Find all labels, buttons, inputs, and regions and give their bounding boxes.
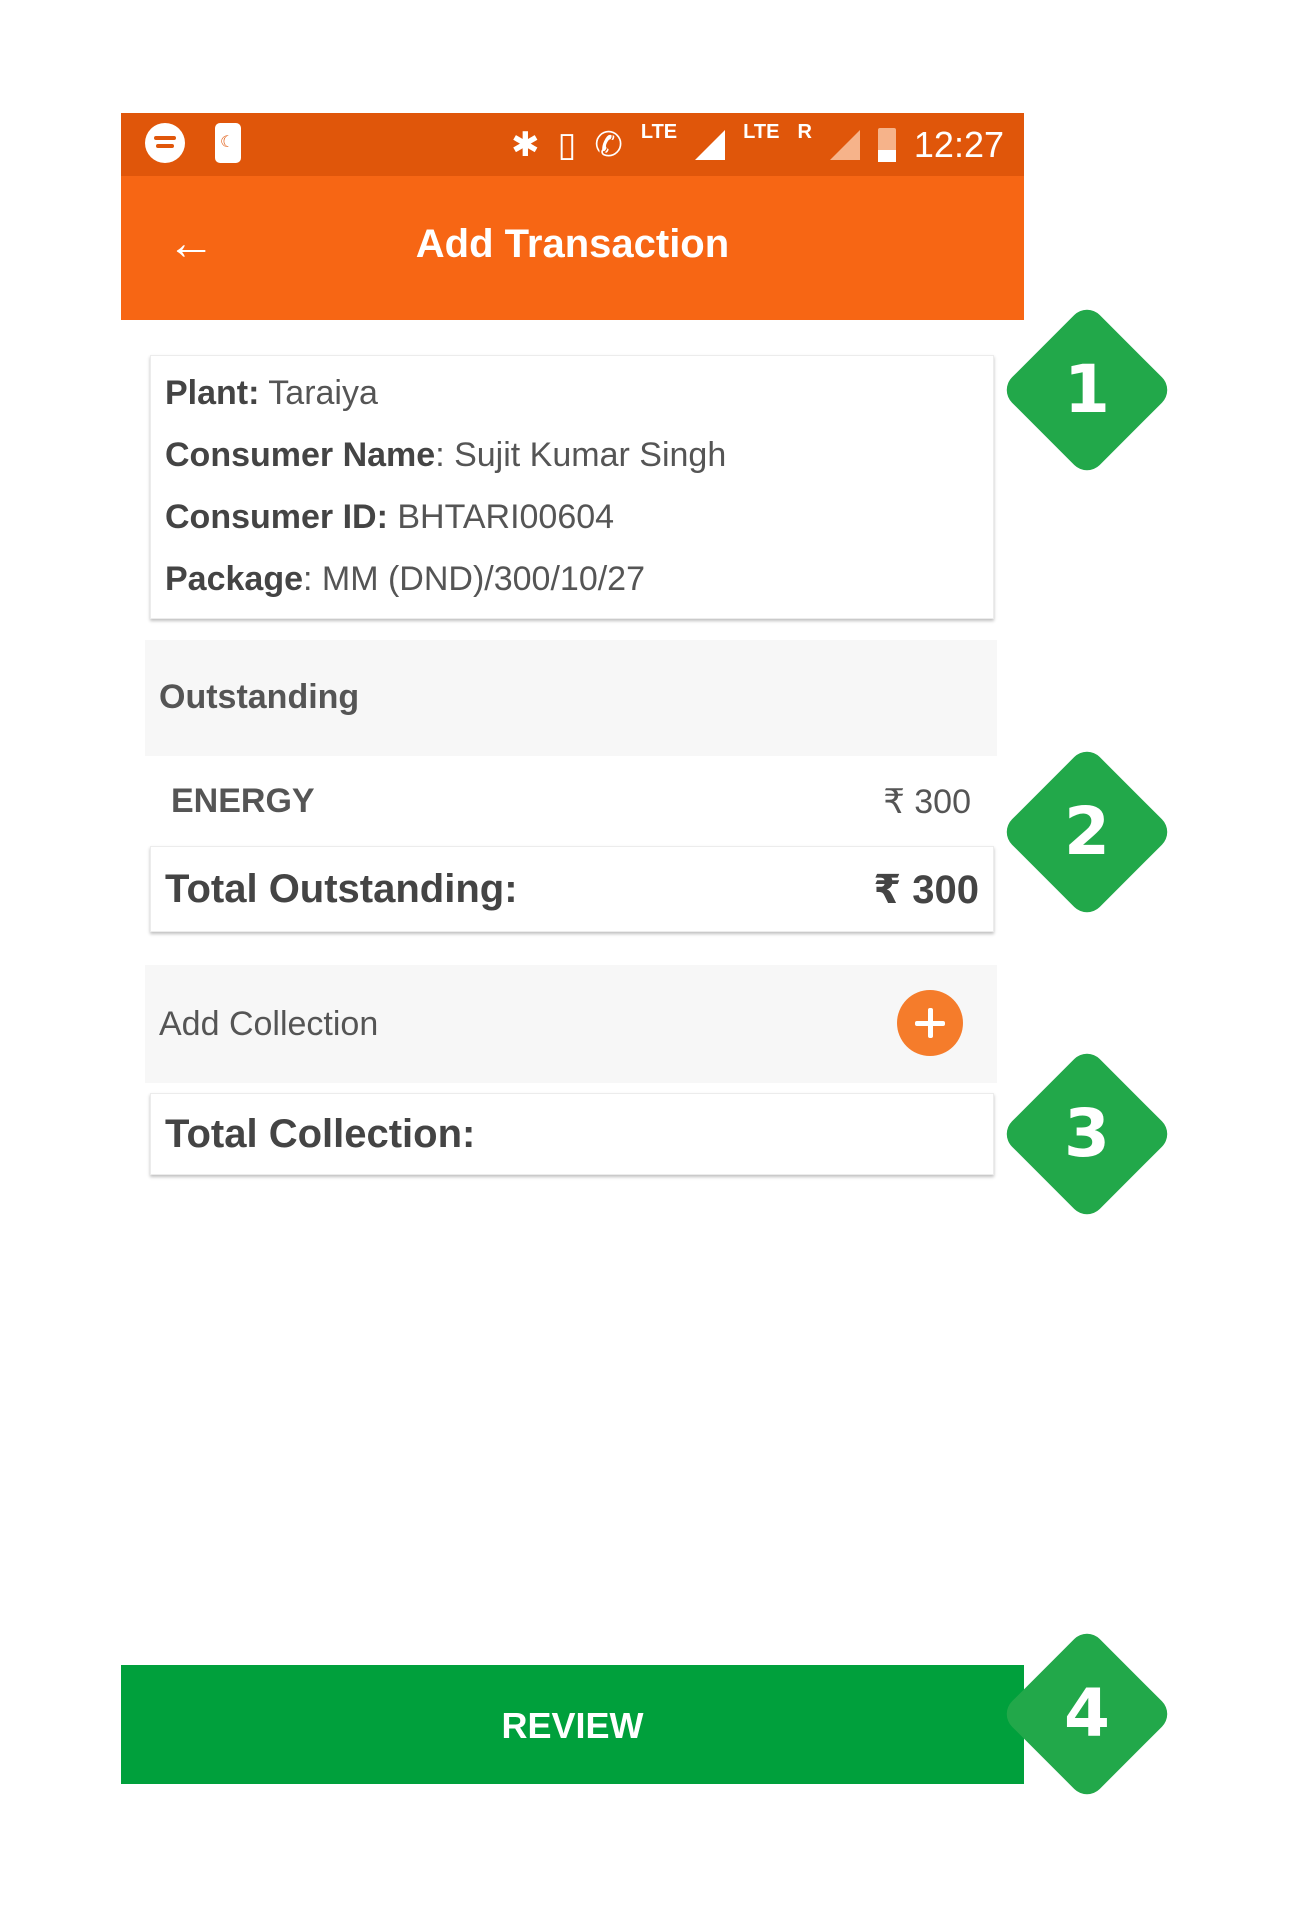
consumer-name-row: Consumer Name: Sujit Kumar Singh xyxy=(165,436,726,475)
consumer-id-label: Consumer ID: xyxy=(165,498,388,536)
marker-number: 2 xyxy=(1064,793,1110,870)
energy-value: ₹ 300 xyxy=(883,783,971,821)
consumer-id-row: Consumer ID: BHTARI00604 xyxy=(165,498,614,537)
total-outstanding-label: Total Outstanding: xyxy=(165,867,518,911)
step-marker-1: 1 xyxy=(999,302,1175,478)
consumer-info-card: Plant: Taraiya Consumer Name: Sujit Kuma… xyxy=(150,355,994,619)
marker-number: 3 xyxy=(1064,1095,1110,1172)
lte-label: LTE xyxy=(743,121,780,143)
signal-icon xyxy=(695,129,726,160)
roaming-label: R xyxy=(797,121,812,143)
consumer-name-label: Consumer Name xyxy=(165,436,436,474)
total-outstanding-value: ₹ 300 xyxy=(873,868,979,912)
step-marker-2: 2 xyxy=(999,744,1175,920)
package-label: Package xyxy=(165,560,303,598)
volte-call-icon: ✆ xyxy=(594,125,623,164)
review-button[interactable]: REVIEW xyxy=(121,1665,1024,1784)
volte-label: LTE xyxy=(640,121,678,143)
plus-circle-icon[interactable] xyxy=(897,990,963,1056)
phone-case-icon xyxy=(215,123,241,163)
consumer-id-value: BHTARI00604 xyxy=(387,498,615,536)
app-bar: ← Add Transaction xyxy=(121,176,1024,320)
spotify-icon xyxy=(145,123,185,163)
marker-number: 4 xyxy=(1064,1675,1110,1752)
page-title: Add Transaction xyxy=(415,222,730,266)
plant-row: Plant: Taraiya xyxy=(165,374,378,413)
outstanding-item-energy: ENERGY ₹ 300 xyxy=(145,756,997,844)
vibrate-icon: ▯ xyxy=(557,125,577,164)
marker-number: 1 xyxy=(1064,351,1110,428)
signal-roaming-icon xyxy=(829,129,860,160)
total-outstanding-card: Total Outstanding: ₹ 300 xyxy=(150,846,994,932)
status-bar: ✱ ▯ ✆ LTE LTE R 12:27 xyxy=(121,113,1024,176)
energy-label: ENERGY xyxy=(171,782,315,820)
total-collection-card: Total Collection: xyxy=(150,1093,994,1175)
battery-icon xyxy=(877,127,896,162)
outstanding-header: Outstanding xyxy=(145,640,997,756)
plant-value: Taraiya xyxy=(259,374,378,412)
package-row: Package: MM (DND)/300/10/27 xyxy=(165,560,645,599)
add-collection-row: Add Collection xyxy=(145,965,997,1083)
bluetooth-icon: ✱ xyxy=(511,125,540,164)
step-marker-3: 3 xyxy=(999,1046,1175,1222)
step-marker-4: 4 xyxy=(999,1626,1175,1802)
add-collection-label: Add Collection xyxy=(159,1005,379,1043)
status-time: 12:27 xyxy=(913,123,1004,165)
phone-screen: ✱ ▯ ✆ LTE LTE R 12:27 ← Add Transaction … xyxy=(121,113,1024,1784)
package-value: : MM (DND)/300/10/27 xyxy=(303,560,645,598)
total-collection-label: Total Collection: xyxy=(165,1112,476,1156)
outstanding-heading: Outstanding xyxy=(159,678,360,716)
plant-label: Plant: xyxy=(165,374,260,412)
consumer-name-value: : Sujit Kumar Singh xyxy=(435,436,727,474)
